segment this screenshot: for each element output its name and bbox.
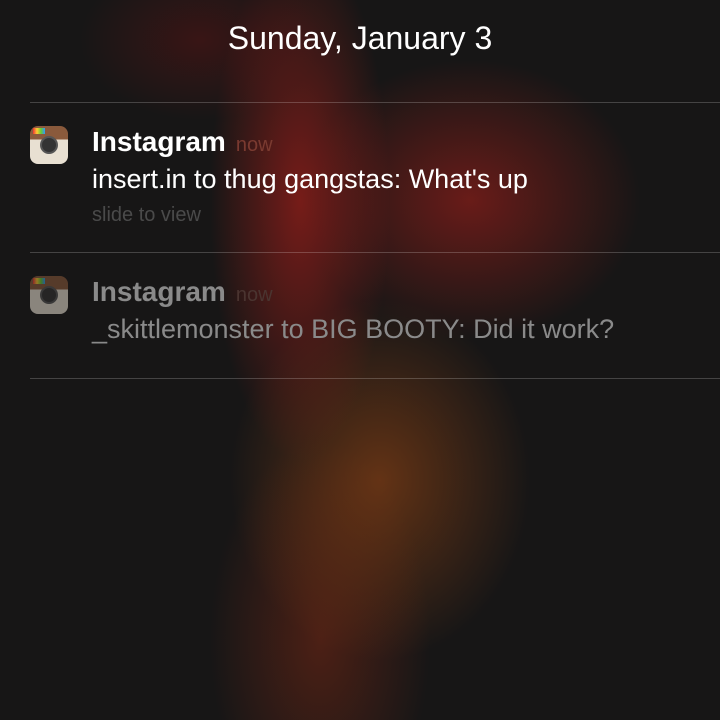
slide-to-view-hint[interactable]: slide to view (92, 204, 201, 227)
instagram-icon (30, 276, 68, 314)
timestamp: now (235, 284, 273, 306)
app-name: Instagram (92, 276, 226, 307)
divider (30, 252, 720, 253)
notification-message: _skittlemonster to BIG BOOTY: Did it wor… (92, 314, 615, 344)
date-label: Sunday, January 3 (227, 20, 493, 56)
notification-message: insert.in to thug gangstas: What's up (92, 164, 528, 194)
divider (30, 102, 720, 103)
instagram-icon (30, 126, 68, 164)
timestamp: now (235, 134, 273, 156)
app-name: Instagram (92, 126, 226, 157)
divider (30, 378, 720, 379)
